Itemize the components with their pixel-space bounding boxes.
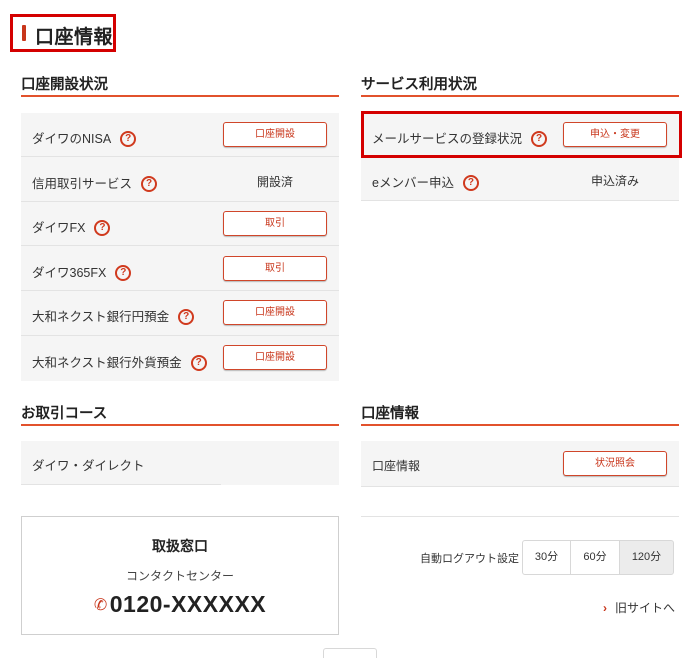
contact-box: 取扱窓口 コンタクトセンター ✆0120-XXXXXX [21,516,339,635]
account-info-heading: 口座情報 [361,406,419,422]
phone-icon: ✆ [93,597,108,614]
account-row-label: ダイワFX? [32,217,111,237]
service-status-divider [361,95,679,97]
service-row-emember: eメンバー申込? 申込済み [361,157,679,201]
page-title: 口座情報 [10,14,116,52]
service-row-label: eメンバー申込? [372,172,479,192]
phone-number: 0120-XXXXXX [109,591,267,617]
service-status-heading: サービス利用状況 [361,77,477,93]
auto-logout-label: 自動ログアウト設定 [420,553,519,565]
title-accent-bar [22,25,26,41]
logout-option-60[interactable]: 60分 [570,540,620,575]
account-row-yen-deposit: 大和ネクスト銀行円預金? 口座開設 [21,291,339,336]
status-text: 申込済み [590,174,639,188]
help-icon[interactable]: ? [120,130,137,147]
account-row-365fx: ダイワ365FX? 取引 [21,246,339,291]
open-account-button[interactable]: 口座開設 [223,345,327,370]
contact-title: 取扱窓口 [152,538,208,554]
help-icon[interactable]: ? [190,354,207,371]
logout-option-120[interactable]: 120分 [619,540,674,575]
status-text: 開設済 [256,175,293,189]
course-row: ダイワ・ダイレクト [21,441,339,485]
course-value: ダイワ・ダイレクト [32,459,145,473]
help-icon[interactable]: ? [115,264,132,281]
account-row-label: 大和ネクスト銀行外貨預金? [32,352,207,372]
help-icon[interactable]: ? [141,175,158,192]
status-inquiry-button[interactable]: 状況照会 [563,451,667,476]
open-account-button[interactable]: 口座開設 [223,300,327,325]
trade-button[interactable]: 取引 [223,211,327,236]
account-row-label: 信用取引サービス? [32,173,158,193]
logout-divider [361,516,679,517]
account-info-divider [361,424,679,426]
help-icon[interactable]: ? [178,308,195,325]
account-row-label: ダイワのNISA? [32,128,137,148]
account-row-label: 大和ネクスト銀行円預金? [32,306,195,326]
page-title-text: 口座情報 [35,27,114,48]
course-heading: お取引コース [21,406,108,422]
account-row-label: ダイワ365FX? [32,262,132,282]
account-status-divider [21,95,339,97]
account-row-fx: ダイワFX? 取引 [21,202,339,246]
old-site-link[interactable]: › 旧サイトへ [603,599,675,616]
old-site-label: 旧サイトへ [615,601,676,615]
contact-phone[interactable]: ✆0120-XXXXXX [22,591,338,618]
open-account-button[interactable]: 口座開設 [223,122,327,147]
trade-button[interactable]: 取引 [223,256,327,281]
course-divider [21,424,339,426]
help-icon[interactable]: ? [462,174,479,191]
account-status-heading: 口座開設状況 [21,77,108,93]
account-info-row: 口座情報 状況照会 [361,441,679,487]
account-info-label: 口座情報 [372,459,421,473]
chevron-right-icon: › [603,601,607,615]
account-status-table: ダイワのNISA? 口座開設 信用取引サービス? 開設済 ダイワFX? 取引 ダ… [21,113,339,381]
contact-subtitle: コンタクトセンター [125,569,234,583]
logout-option-30[interactable]: 30分 [522,540,571,575]
help-icon[interactable]: ? [94,219,111,236]
account-row-nisa: ダイワのNISA? 口座開設 [21,113,339,157]
account-row-margin: 信用取引サービス? 開設済 [21,157,339,202]
page-top-button[interactable] [323,648,377,658]
account-row-fx-deposit: 大和ネクスト銀行外貨預金? 口座開設 [21,336,339,381]
highlight-box [361,111,682,158]
